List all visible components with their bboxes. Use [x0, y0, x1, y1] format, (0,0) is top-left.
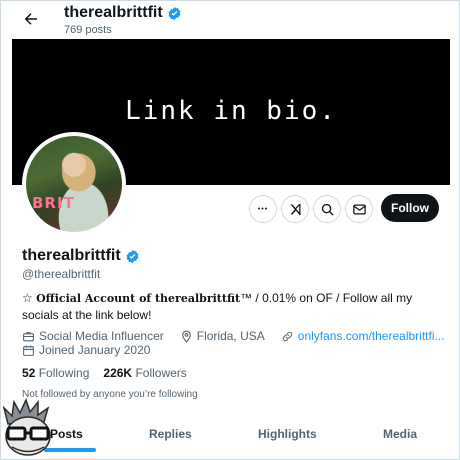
- profile-meta-row: Social Media Influencer Florida, USA onl…: [22, 329, 445, 343]
- joined-item: Joined January 2020: [22, 343, 150, 357]
- more-icon: •••: [257, 205, 269, 213]
- bio-bold-text: Official Account of therealbrittfit: [36, 292, 241, 305]
- follow-button[interactable]: Follow: [381, 194, 439, 222]
- briefcase-icon: [23, 331, 34, 341]
- following-count: 52: [22, 366, 36, 380]
- link-item[interactable]: onlyfans.com/therealbrittfi...: [281, 329, 445, 343]
- grok-icon: [290, 203, 301, 215]
- following-label: Following: [38, 366, 90, 380]
- location-item: Florida, USA: [180, 329, 265, 343]
- more-button[interactable]: •••: [249, 195, 277, 223]
- following-link[interactable]: 52 Following: [22, 366, 89, 380]
- calendar-icon: [23, 345, 34, 356]
- tab-media[interactable]: Media: [383, 427, 417, 441]
- grok-button[interactable]: [281, 195, 309, 223]
- search-icon: [321, 203, 333, 215]
- joined-row: Joined January 2020: [22, 343, 150, 357]
- location-text: Florida, USA: [196, 329, 265, 343]
- joined-text: Joined January 2020: [39, 343, 151, 357]
- header-title: therealbrittfit: [64, 4, 163, 21]
- message-button[interactable]: [345, 195, 373, 223]
- bio: ☆ Official Account of therealbrittfit™ /…: [22, 290, 440, 324]
- profile-name-row: therealbrittfit: [22, 247, 140, 265]
- bio-star: ☆: [22, 291, 37, 305]
- arrow-left-icon: [24, 13, 37, 25]
- tab-highlights[interactable]: Highlights: [258, 427, 317, 441]
- link-icon: [282, 331, 293, 341]
- profile-link[interactable]: onlyfans.com/therealbrittfi...: [298, 329, 445, 343]
- followers-link[interactable]: 226K Followers: [103, 366, 186, 380]
- category-text: Social Media Influencer: [39, 329, 164, 343]
- banner-text: Link in bio.: [125, 95, 337, 126]
- envelope-icon: [352, 204, 366, 214]
- follow-stats: 52 Following 226K Followers: [22, 366, 187, 380]
- post-count: 769 posts: [64, 24, 112, 36]
- avatar[interactable]: BRIT: [22, 132, 126, 236]
- top-bar: therealbrittfit 769 posts: [0, 0, 460, 40]
- display-name: therealbrittfit: [22, 247, 121, 264]
- back-button[interactable]: [20, 8, 42, 30]
- followers-count: 226K: [103, 366, 133, 380]
- category-item: Social Media Influencer: [22, 329, 164, 343]
- handle: @therealbrittfit: [22, 267, 101, 281]
- followers-label: Followers: [135, 366, 187, 380]
- profile-tabs: Posts Replies Highlights Media: [12, 418, 450, 452]
- mascot-logo: [2, 398, 51, 456]
- header-title-row: therealbrittfit: [64, 4, 182, 22]
- tab-replies[interactable]: Replies: [149, 427, 192, 441]
- search-button[interactable]: [313, 195, 341, 223]
- verified-badge-icon[interactable]: [125, 249, 140, 264]
- verified-icon: [167, 6, 182, 21]
- location-pin-icon: [181, 330, 191, 343]
- avatar-sign-text: BRIT: [32, 194, 75, 212]
